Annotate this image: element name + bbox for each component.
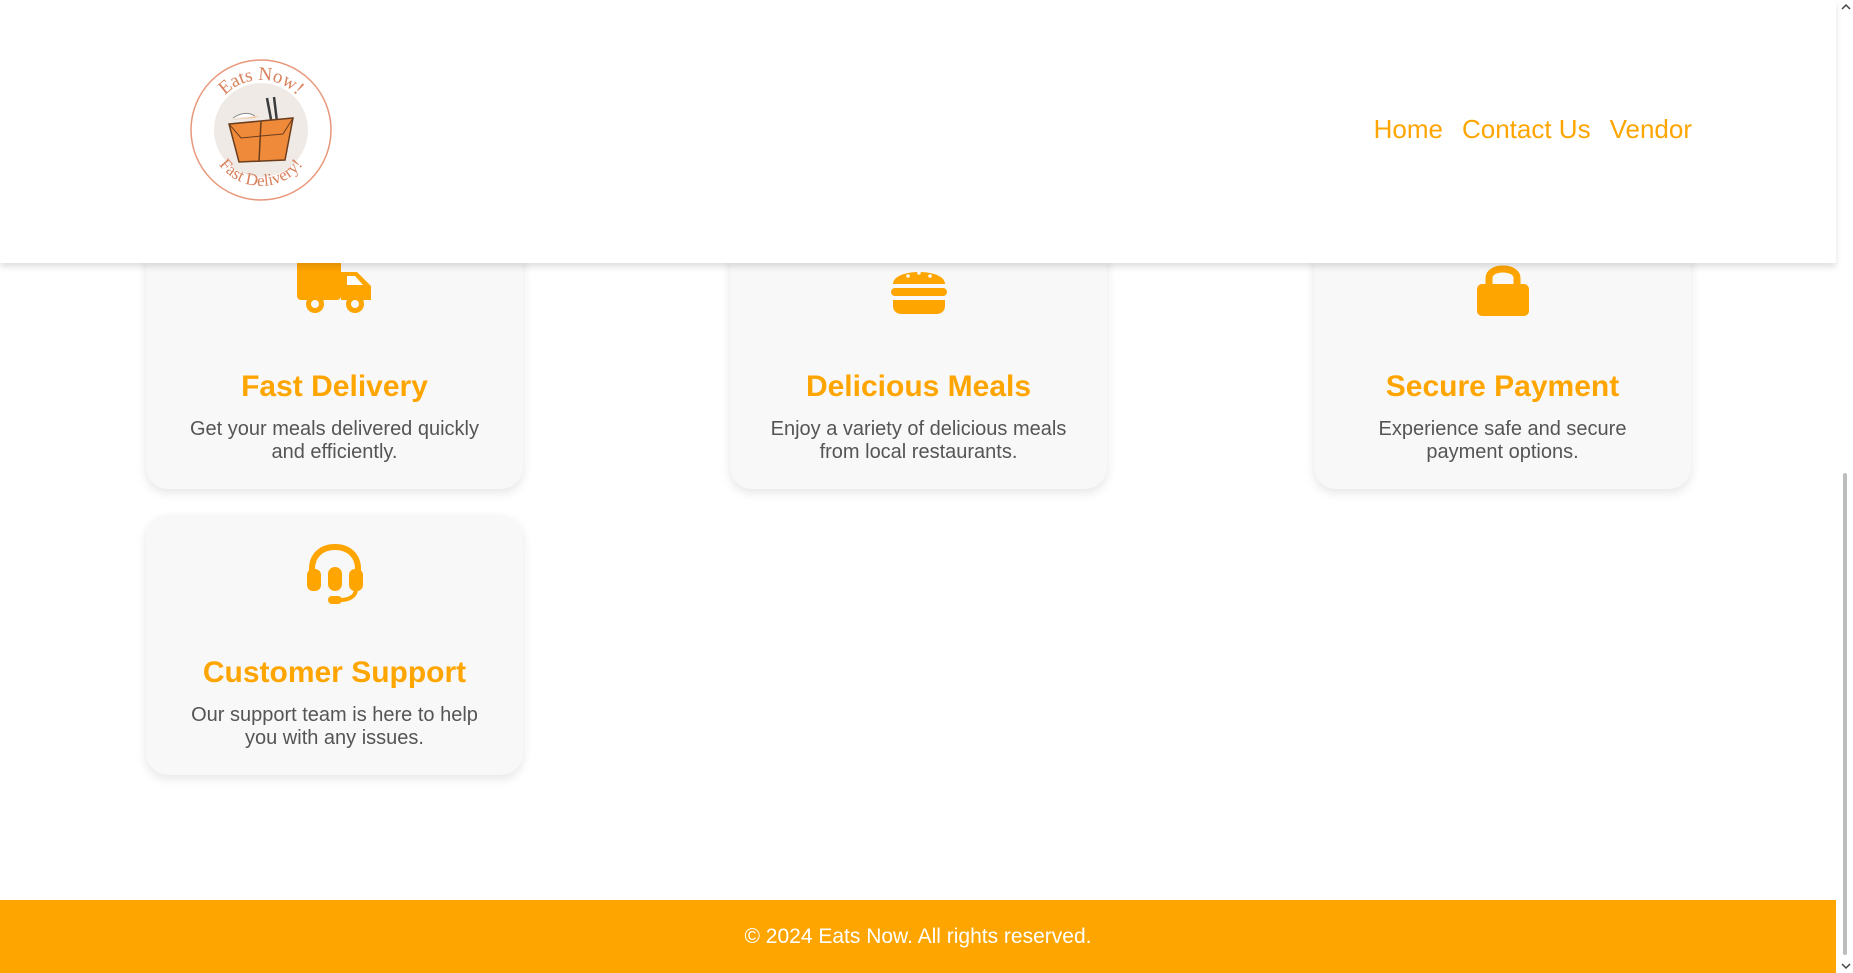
feature-description: Get your meals delivered quickly and eff… <box>189 418 479 463</box>
feature-title: Delicious Meals <box>805 370 1032 403</box>
scrollbar-thumb[interactable] <box>1843 473 1847 955</box>
feature-title: Fast Delivery <box>241 370 428 403</box>
logo[interactable]: Eats Now! Fast Delivery! <box>189 58 333 202</box>
copyright-text: © 2024 Eats Now. All rights reserved. <box>744 924 1092 948</box>
site-footer: © 2024 Eats Now. All rights reserved. <box>0 900 1836 973</box>
feature-description: Our support team is here to help you wit… <box>191 704 478 749</box>
feature-title: Customer Support <box>202 656 467 689</box>
feature-description: Experience safe and secure payment optio… <box>1378 418 1627 463</box>
feature-title: Secure Payment <box>1385 370 1620 403</box>
page: Fast Delivery Get your meals delivered q… <box>0 0 1853 973</box>
scroll-up-arrow-icon[interactable] <box>1841 2 1851 12</box>
vertical-scrollbar[interactable] <box>1838 0 1853 973</box>
nav-vendor[interactable]: Vendor <box>1610 114 1692 145</box>
logo-takeout-box-icon: Eats Now! Fast Delivery! <box>190 59 332 201</box>
lock-icon <box>1476 265 1529 316</box>
headset-icon <box>306 543 363 604</box>
feature-card-customer-support: Customer Support Our support team is her… <box>146 515 523 775</box>
scroll-down-arrow-icon[interactable] <box>1841 961 1851 971</box>
site-header: Eats Now! Fast Delivery! Home Contact Us… <box>0 0 1836 263</box>
truck-icon <box>296 260 371 313</box>
nav-contact-us[interactable]: Contact Us <box>1462 114 1591 145</box>
feature-description: Enjoy a variety of delicious meals from … <box>770 418 1067 463</box>
burger-icon <box>890 271 947 314</box>
main-nav: Home Contact Us Vendor <box>1374 114 1692 145</box>
nav-home[interactable]: Home <box>1374 114 1443 145</box>
